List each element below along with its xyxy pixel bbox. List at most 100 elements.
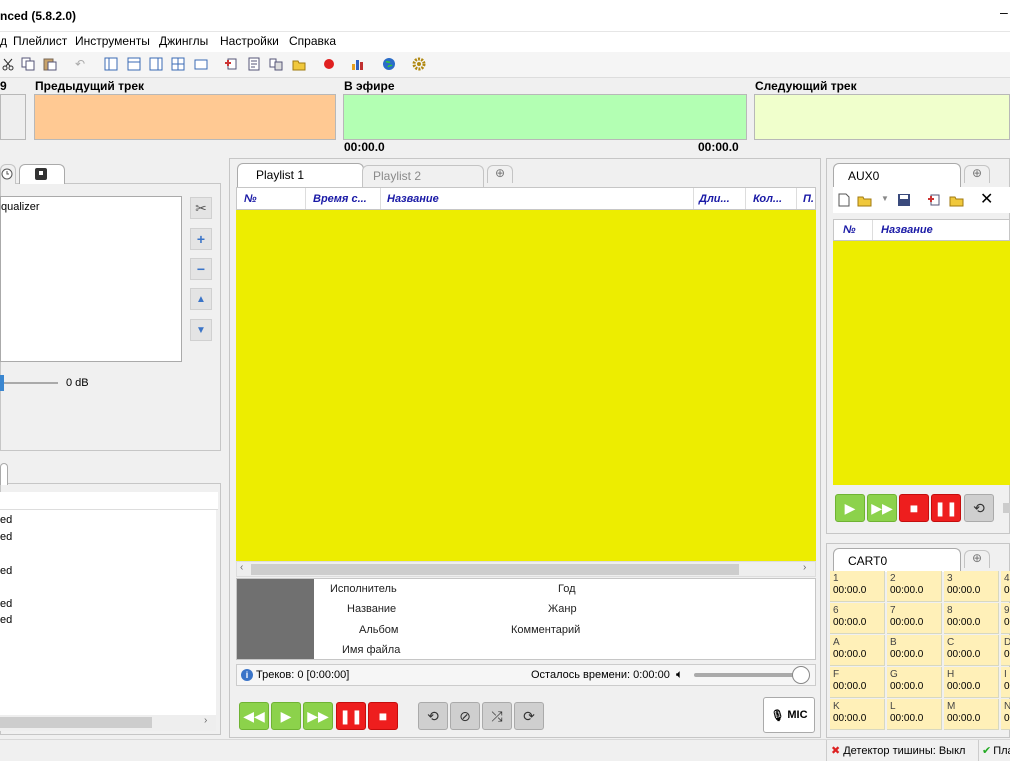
stop-button[interactable]: ■ bbox=[368, 702, 398, 730]
edit-icon[interactable] bbox=[246, 56, 262, 72]
add-icon[interactable] bbox=[927, 193, 941, 210]
col-duration[interactable]: Дли... bbox=[699, 193, 730, 205]
move-up-button[interactable]: ▲ bbox=[190, 288, 212, 310]
open-folder-icon[interactable] bbox=[291, 56, 307, 72]
onair-block[interactable] bbox=[343, 94, 747, 140]
cart-cell[interactable]: 7 00:00.0 bbox=[887, 603, 942, 634]
aux-forward-button[interactable]: ▶▶ bbox=[867, 494, 897, 522]
undo-icon[interactable]: ↶ bbox=[72, 56, 88, 72]
col-start-time[interactable]: Время с... bbox=[313, 193, 367, 205]
cart-cell[interactable]: K 00:00.0 bbox=[830, 699, 885, 730]
block-button[interactable]: ⊘ bbox=[450, 702, 480, 730]
new-icon[interactable] bbox=[838, 193, 850, 210]
event-row[interactable]: ed bbox=[0, 614, 12, 626]
aux-volume-partial[interactable] bbox=[1003, 503, 1010, 513]
layout5-icon[interactable] bbox=[193, 56, 209, 72]
aux-col-title[interactable]: Название bbox=[881, 224, 933, 236]
aux-col-number[interactable]: № bbox=[843, 224, 856, 236]
layout3-icon[interactable] bbox=[148, 56, 164, 72]
col-p[interactable]: П. bbox=[803, 193, 814, 205]
menu-settings[interactable]: Настройки bbox=[220, 34, 279, 48]
tab-events[interactable] bbox=[0, 463, 8, 485]
cart-cell[interactable]: I00:00.0 bbox=[1001, 667, 1010, 698]
volume-thumb[interactable] bbox=[792, 666, 810, 684]
event-row[interactable]: ed bbox=[0, 531, 12, 543]
tab-playlist-1[interactable]: Playlist 1 bbox=[237, 163, 364, 187]
volume-slider[interactable] bbox=[694, 673, 808, 677]
dropdown-icon[interactable]: ▼ bbox=[881, 194, 889, 203]
pause-button[interactable]: ❚❚ bbox=[336, 702, 366, 730]
gain-slider-track[interactable] bbox=[0, 382, 58, 384]
menu-tools[interactable]: Инструменты bbox=[75, 34, 150, 48]
cart-cell[interactable]: 1 00:00.0 bbox=[830, 571, 885, 602]
settings-icon[interactable] bbox=[411, 56, 427, 72]
open-icon[interactable] bbox=[857, 193, 873, 210]
playlist-grid[interactable] bbox=[236, 210, 816, 561]
events-hscroll-thumb[interactable] bbox=[0, 717, 152, 728]
playlist-hscroll-thumb[interactable] bbox=[251, 564, 739, 575]
col-number[interactable]: № bbox=[244, 193, 257, 205]
cut-icon[interactable] bbox=[0, 56, 16, 72]
playlist-hscroll[interactable]: ‹ › bbox=[236, 561, 816, 577]
cart-cell[interactable]: L 00:00.0 bbox=[887, 699, 942, 730]
menu-playlist[interactable]: Плейлист bbox=[13, 34, 67, 48]
statistics-icon[interactable] bbox=[351, 56, 367, 72]
add-tracks-icon[interactable] bbox=[223, 56, 239, 72]
prev-track-block[interactable] bbox=[34, 94, 336, 140]
aux-grid[interactable] bbox=[833, 241, 1010, 485]
internet-icon[interactable] bbox=[381, 56, 397, 72]
cart-cell[interactable]: 400:00.0 bbox=[1001, 571, 1010, 602]
mic-button[interactable]: 🎙︎ MIC bbox=[763, 697, 815, 733]
tab-effects[interactable] bbox=[19, 164, 65, 184]
cart-cell[interactable]: B 00:00.0 bbox=[887, 635, 942, 666]
layout1-icon[interactable] bbox=[103, 56, 119, 72]
silence-detector[interactable]: ✖ Детектор тишины: Выкл bbox=[826, 740, 976, 761]
event-row[interactable]: ed bbox=[0, 598, 12, 610]
events-list[interactable]: ed ed ed ed ed bbox=[0, 510, 216, 715]
col-count[interactable]: Кол... bbox=[753, 193, 782, 205]
events-hscroll[interactable]: › bbox=[0, 715, 216, 731]
layout4-icon[interactable] bbox=[170, 56, 186, 72]
rewind-button[interactable]: ◀◀ bbox=[239, 702, 269, 730]
aux-pause-button[interactable]: ❚❚ bbox=[931, 494, 961, 522]
scroll-right-icon[interactable]: › bbox=[204, 715, 207, 726]
menu-file[interactable]: д bbox=[0, 34, 7, 48]
scroll-right-icon[interactable]: › bbox=[803, 562, 806, 573]
col-title[interactable]: Название bbox=[387, 193, 439, 205]
layout2-icon[interactable] bbox=[126, 56, 142, 72]
add-aux-tab[interactable]: ⊕ bbox=[964, 165, 990, 183]
menu-jingles[interactable]: Джинглы bbox=[159, 34, 208, 48]
cart-cell[interactable]: N00:00.0 bbox=[1001, 699, 1010, 730]
cart-cell[interactable]: G 00:00.0 bbox=[887, 667, 942, 698]
tab-aux0[interactable]: AUX0 bbox=[833, 163, 961, 187]
record-icon[interactable] bbox=[321, 56, 337, 72]
add-playlist-tab[interactable]: ⊕ bbox=[487, 165, 513, 183]
next-track-block[interactable] bbox=[754, 94, 1010, 140]
cart-cell[interactable]: D00:00.0 bbox=[1001, 635, 1010, 666]
shuffle-button[interactable]: ⤮ bbox=[482, 702, 512, 730]
library-icon[interactable] bbox=[268, 56, 284, 72]
cart-cell[interactable]: 8 00:00.0 bbox=[944, 603, 999, 634]
play-button[interactable]: ▶ bbox=[271, 702, 301, 730]
cart-cell[interactable]: H 00:00.0 bbox=[944, 667, 999, 698]
save-icon[interactable] bbox=[897, 193, 911, 210]
scheduler-status[interactable]: ✔Пла bbox=[978, 740, 1010, 761]
effect-item[interactable]: qualizer bbox=[1, 197, 181, 213]
folder-icon[interactable] bbox=[949, 193, 965, 210]
cart-cell[interactable]: 2 00:00.0 bbox=[887, 571, 942, 602]
event-row[interactable]: ed bbox=[0, 514, 12, 526]
cart-cell[interactable]: 3 00:00.0 bbox=[944, 571, 999, 602]
scroll-left-icon[interactable]: ‹ bbox=[240, 562, 243, 573]
tab-playlist-2[interactable]: Playlist 2 bbox=[362, 165, 484, 187]
forward-button[interactable]: ▶▶ bbox=[303, 702, 333, 730]
move-down-button[interactable]: ▼ bbox=[190, 319, 212, 341]
effects-list[interactable]: qualizer bbox=[0, 196, 182, 362]
copy-icon[interactable] bbox=[20, 56, 36, 72]
cart-cell[interactable]: 6 00:00.0 bbox=[830, 603, 885, 634]
minimize-button[interactable]: – bbox=[1000, 4, 1008, 20]
cart-cell[interactable]: M 00:00.0 bbox=[944, 699, 999, 730]
event-row[interactable]: ed bbox=[0, 565, 12, 577]
tools-button[interactable]: ✂ bbox=[190, 197, 212, 219]
tab-cart0[interactable]: CART0 bbox=[833, 548, 961, 572]
cart-cell[interactable]: 900:00.0 bbox=[1001, 603, 1010, 634]
